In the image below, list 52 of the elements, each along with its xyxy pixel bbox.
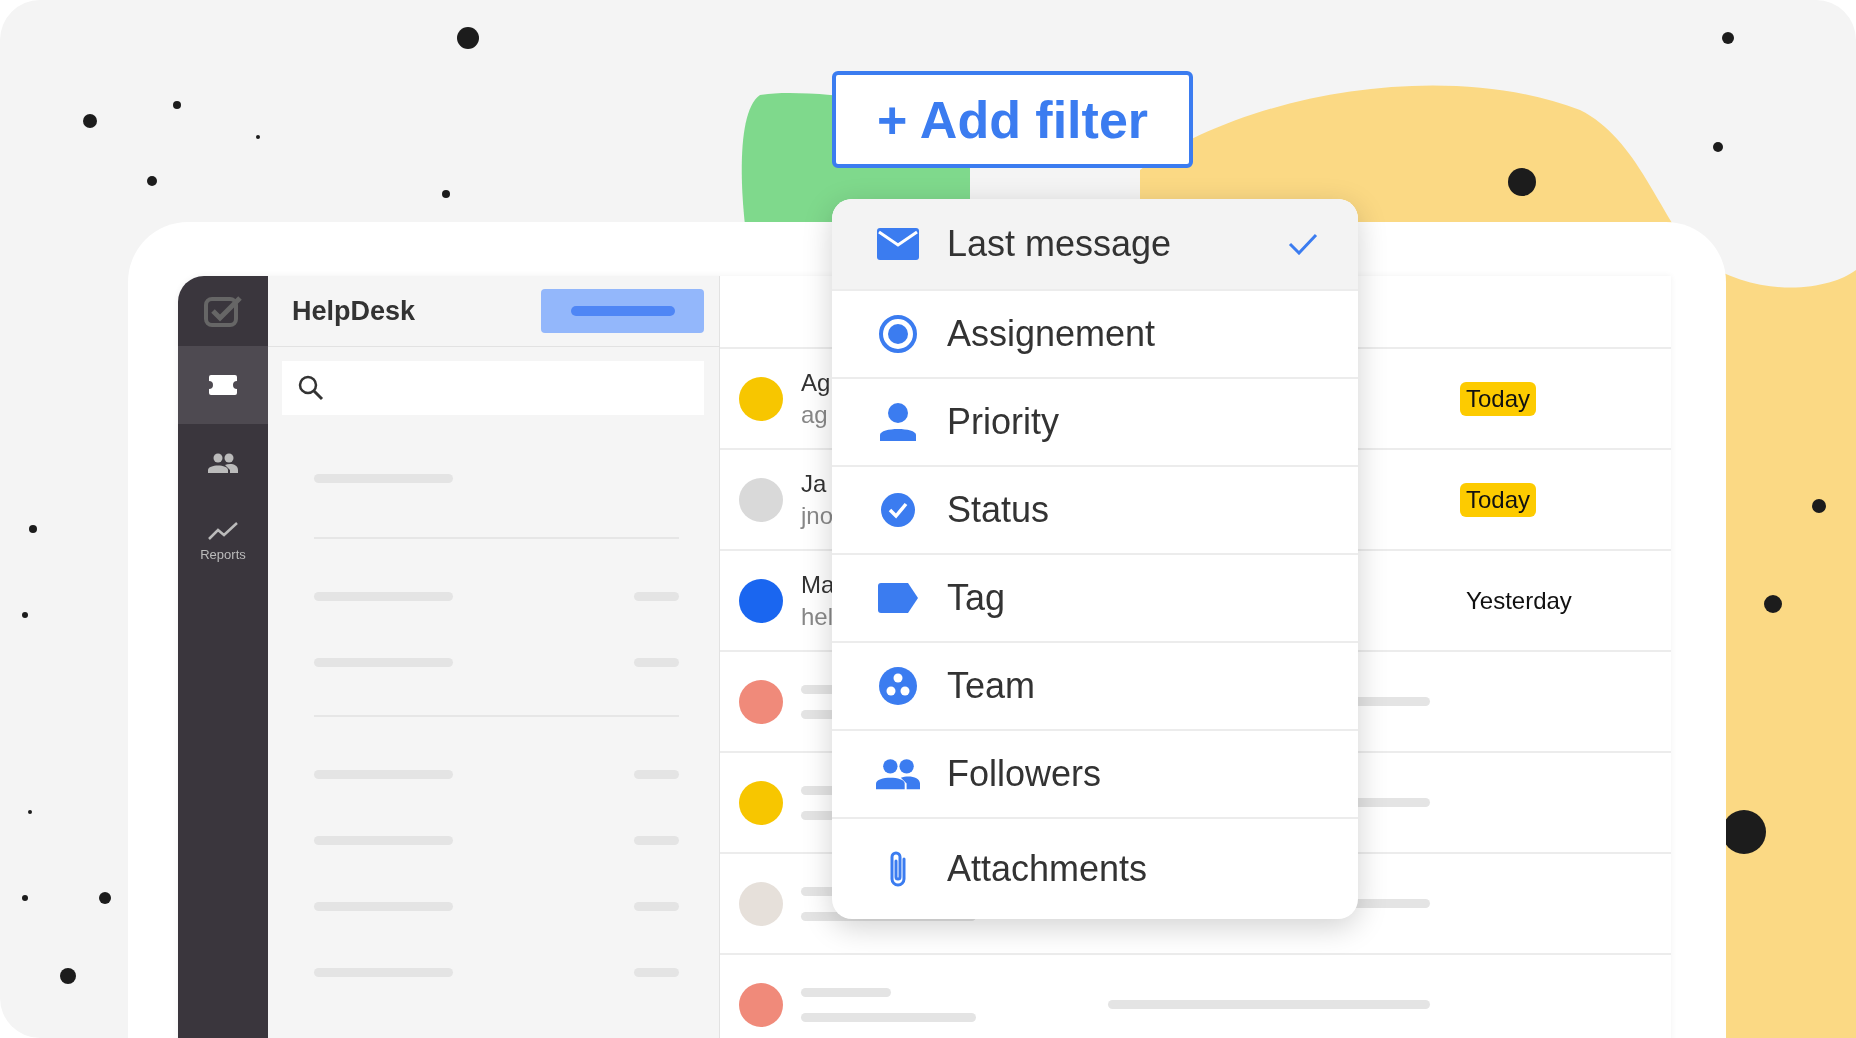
person-icon bbox=[880, 403, 916, 441]
dot-decoration bbox=[147, 176, 157, 186]
mail-icon bbox=[877, 228, 919, 260]
dot-decoration bbox=[99, 892, 111, 904]
dot-decoration bbox=[173, 101, 181, 109]
sidebar-item[interactable]: Reports bbox=[178, 502, 268, 580]
dot-decoration bbox=[22, 612, 28, 618]
people-icon bbox=[208, 453, 238, 473]
filter-option[interactable]: Tag bbox=[832, 555, 1358, 643]
dot-decoration bbox=[1713, 142, 1723, 152]
checkmark-icon bbox=[1288, 233, 1318, 255]
filter-option[interactable]: Attachments bbox=[832, 819, 1358, 919]
add-filter-button[interactable]: + Add filter bbox=[832, 71, 1193, 168]
search-icon bbox=[298, 375, 324, 401]
sidebar-item[interactable] bbox=[178, 346, 268, 424]
dot-decoration bbox=[1812, 499, 1826, 513]
customer-email: hel bbox=[801, 602, 834, 631]
customer-name: Ma bbox=[801, 570, 835, 599]
customer-name: Ag bbox=[801, 368, 831, 397]
app-title: HelpDesk bbox=[292, 295, 416, 327]
filter-option[interactable]: Followers bbox=[832, 731, 1358, 819]
radio-icon bbox=[878, 314, 918, 354]
dot-decoration bbox=[442, 190, 450, 198]
customer-email: ag bbox=[801, 400, 828, 429]
dot-decoration bbox=[22, 895, 28, 901]
date-text: Yesterday bbox=[1465, 585, 1573, 616]
dot-decoration bbox=[1508, 168, 1536, 196]
team-icon bbox=[879, 667, 917, 705]
dot-decoration bbox=[1722, 32, 1734, 44]
people-icon bbox=[876, 758, 920, 790]
customer-email: jno bbox=[801, 501, 834, 530]
date-badge: Today bbox=[1460, 482, 1537, 517]
dot-decoration bbox=[457, 27, 479, 49]
filter-option[interactable]: Priority bbox=[832, 379, 1358, 467]
dot-decoration bbox=[256, 135, 260, 139]
dot-decoration bbox=[1764, 595, 1782, 613]
filter-option[interactable]: Team bbox=[832, 643, 1358, 731]
filter-option[interactable]: Status bbox=[832, 467, 1358, 555]
dot-decoration bbox=[60, 968, 76, 984]
tag-icon bbox=[878, 583, 918, 613]
chart-icon bbox=[208, 520, 238, 541]
filter-option[interactable]: Assignement bbox=[832, 291, 1358, 379]
search-field[interactable] bbox=[282, 361, 704, 415]
filter-option[interactable]: Last message bbox=[832, 199, 1358, 291]
dot-decoration bbox=[29, 525, 37, 533]
dot-decoration bbox=[28, 810, 32, 814]
date-badge: Today bbox=[1460, 381, 1537, 416]
check-circle-icon bbox=[881, 493, 915, 527]
ticket-icon bbox=[209, 375, 237, 395]
logo-icon bbox=[204, 295, 242, 327]
dot-decoration bbox=[83, 114, 97, 128]
customer-name: Ja bbox=[801, 469, 827, 498]
